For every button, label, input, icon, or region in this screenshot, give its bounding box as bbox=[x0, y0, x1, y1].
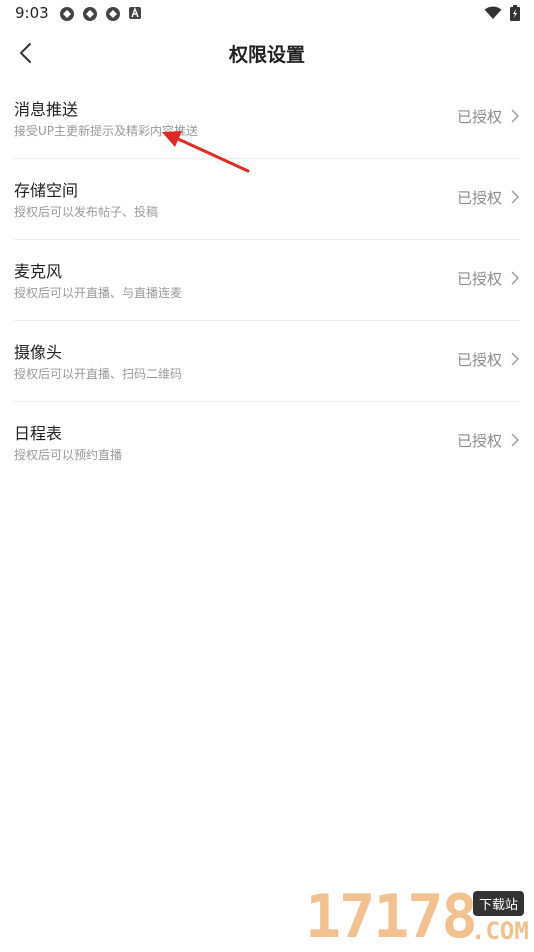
permission-name: 摄像头 bbox=[14, 343, 63, 362]
annotation-arrow-icon bbox=[162, 131, 250, 173]
permission-desc: 授权后可以开直播、扫码二维码 bbox=[14, 367, 183, 381]
permission-status: 已授权 bbox=[456, 432, 502, 450]
permission-name: 消息推送 bbox=[14, 100, 79, 119]
battery-charging-icon bbox=[510, 5, 520, 21]
sync-icon bbox=[106, 7, 120, 21]
permission-name: 存储空间 bbox=[14, 181, 79, 200]
status-icons-right bbox=[484, 5, 520, 21]
wifi-icon bbox=[484, 6, 502, 19]
chevron-right-icon bbox=[511, 190, 519, 204]
permission-status: 已授权 bbox=[456, 108, 502, 126]
watermark-number: 17178 bbox=[305, 882, 478, 952]
permission-item-notification[interactable]: 消息推送 接受UP主更新提示及精彩内容推送 已授权 bbox=[14, 78, 520, 159]
chevron-right-icon bbox=[511, 271, 519, 285]
status-time: 9:03 bbox=[15, 4, 49, 22]
chevron-right-icon bbox=[511, 433, 519, 447]
permission-desc: 授权后可以发布帖子、投稿 bbox=[14, 205, 159, 219]
permission-desc: 授权后可以开直播、与直播连麦 bbox=[14, 286, 183, 300]
permission-status: 已授权 bbox=[456, 351, 502, 369]
status-icons-left bbox=[59, 6, 142, 22]
permission-name: 日程表 bbox=[14, 424, 63, 443]
status-bar: 9:03 bbox=[0, 0, 534, 28]
permission-desc: 授权后可以预约直播 bbox=[14, 448, 123, 462]
page-title: 权限设置 bbox=[228, 44, 305, 66]
watermark-logo: 17178 下载站 .COM bbox=[305, 885, 534, 950]
permission-name: 麦克风 bbox=[14, 262, 63, 281]
sync-icon bbox=[83, 7, 97, 21]
permission-list: 消息推送 接受UP主更新提示及精彩内容推送 已授权 存储空间 授权后可以发布帖子… bbox=[14, 78, 520, 482]
permission-status: 已授权 bbox=[456, 189, 502, 207]
permission-item-calendar[interactable]: 日程表 授权后可以预约直播 已授权 bbox=[14, 402, 520, 482]
chevron-right-icon bbox=[511, 352, 519, 366]
permission-item-storage[interactable]: 存储空间 授权后可以发布帖子、投稿 已授权 bbox=[14, 159, 520, 240]
permission-item-camera[interactable]: 摄像头 授权后可以开直播、扫码二维码 已授权 bbox=[14, 321, 520, 402]
chevron-right-icon bbox=[511, 109, 519, 123]
permission-item-microphone[interactable]: 麦克风 授权后可以开直播、与直播连麦 已授权 bbox=[14, 240, 520, 321]
app-header: 权限设置 bbox=[0, 28, 534, 78]
watermark-badge: 下载站 bbox=[473, 891, 525, 916]
permission-status: 已授权 bbox=[456, 270, 502, 288]
sync-icon bbox=[60, 7, 74, 21]
watermark-suffix: .COM bbox=[471, 917, 529, 945]
notification-a-icon bbox=[129, 7, 141, 19]
